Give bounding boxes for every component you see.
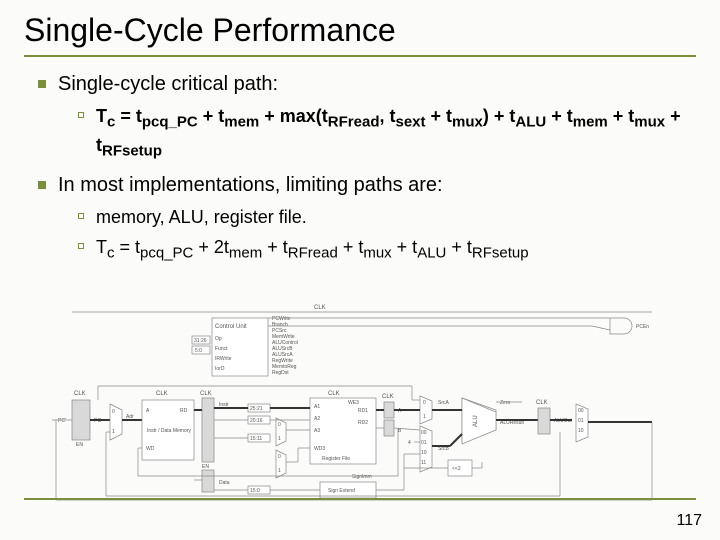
svg-text:<<2: <<2 — [452, 466, 461, 472]
svg-text:Zero: Zero — [500, 400, 511, 406]
svg-text:20:16: 20:16 — [250, 418, 263, 424]
svg-text:4: 4 — [408, 440, 411, 446]
svg-text:1: 1 — [112, 429, 115, 435]
svg-text:00: 00 — [421, 430, 427, 436]
bullet-2: In most implementations, limiting paths … — [38, 172, 696, 264]
svg-text:01: 01 — [421, 440, 427, 446]
svg-text:11: 11 — [421, 460, 426, 466]
svg-text:EN: EN — [202, 464, 209, 470]
bullet-1a-text: Tc = tpcq_PC + tmem + max(tRFread, tsext… — [96, 106, 681, 155]
svg-text:WE3: WE3 — [348, 400, 359, 406]
svg-text:CLK: CLK — [156, 391, 168, 397]
svg-text:0: 0 — [278, 454, 281, 460]
svg-text:IRWrite: IRWrite — [215, 356, 232, 362]
bullet-2-text: In most implementations, limiting paths … — [58, 174, 443, 196]
svg-text:ALU: ALU — [473, 415, 479, 427]
svg-text:0: 0 — [278, 422, 281, 428]
bullet-1-text: Single-cycle critical path: — [58, 73, 278, 95]
svg-text:Instr / Data Memory: Instr / Data Memory — [147, 428, 191, 434]
svg-text:CLK: CLK — [536, 400, 548, 406]
svg-text:1: 1 — [278, 436, 281, 442]
svg-text:15:11: 15:11 — [250, 436, 262, 442]
svg-text:RD: RD — [180, 408, 188, 414]
svg-text:RD2: RD2 — [358, 420, 368, 426]
svg-text:A3: A3 — [314, 428, 320, 434]
footer-rule — [24, 498, 696, 500]
page-number: 117 — [676, 512, 702, 530]
title-rule — [24, 55, 696, 57]
datapath-diagram: CLK Control Unit Op Funct PCWrite Branch… — [52, 300, 668, 508]
svg-text:Control Unit: Control Unit — [215, 324, 247, 330]
svg-text:CLK: CLK — [200, 391, 212, 397]
svg-text:SrcA: SrcA — [438, 400, 450, 406]
svg-text:EN: EN — [76, 442, 83, 448]
svg-text:SignImm: SignImm — [352, 474, 372, 480]
svg-text:CLK: CLK — [74, 391, 86, 397]
svg-text:0: 0 — [112, 409, 115, 415]
svg-text:25:21: 25:21 — [250, 406, 263, 412]
svg-text:10: 10 — [421, 450, 427, 456]
bullet-2b: Tc = tpcq_PC + 2tmem + tRFread + tmux + … — [78, 235, 696, 264]
svg-text:10: 10 — [578, 428, 584, 434]
svg-text:0: 0 — [423, 400, 426, 406]
bullet-2a-text: memory, ALU, register file. — [96, 207, 307, 227]
svg-text:1: 1 — [278, 468, 281, 474]
svg-text:01: 01 — [578, 418, 584, 424]
bullet-list: Single-cycle critical path: Tc = tpcq_PC… — [24, 71, 696, 264]
svg-text:1: 1 — [423, 414, 426, 420]
svg-text:Data: Data — [219, 480, 230, 486]
svg-text:15:0: 15:0 — [250, 488, 260, 494]
svg-text:PCEn: PCEn — [636, 324, 649, 330]
svg-text:00: 00 — [578, 408, 584, 414]
svg-text:WD3: WD3 — [314, 446, 325, 452]
svg-text:CLK: CLK — [328, 391, 340, 397]
bullet-2b-text: Tc = tpcq_PC + 2tmem + tRFread + tmux + … — [96, 237, 529, 257]
svg-text:Register File: Register File — [322, 456, 350, 462]
svg-text:Sign Extend: Sign Extend — [328, 488, 355, 494]
svg-text:PC': PC' — [58, 418, 66, 424]
svg-text:WD: WD — [146, 446, 155, 452]
svg-text:31:26: 31:26 — [194, 338, 207, 344]
bullet-1: Single-cycle critical path: Tc = tpcq_PC… — [38, 71, 696, 162]
bullet-2a: memory, ALU, register file. — [78, 205, 696, 229]
svg-text:RegDst: RegDst — [272, 370, 289, 376]
svg-text:A1: A1 — [314, 404, 320, 410]
svg-text:A2: A2 — [314, 416, 320, 422]
svg-text:Funct: Funct — [215, 346, 228, 352]
svg-text:CLK: CLK — [382, 394, 394, 400]
bullet-1a: Tc = tpcq_PC + tmem + max(tRFread, tsext… — [78, 104, 696, 162]
svg-text:CLK: CLK — [314, 305, 326, 311]
slide-title: Single-Cycle Performance — [24, 12, 696, 49]
svg-text:5:0: 5:0 — [195, 348, 202, 354]
svg-text:Op: Op — [215, 336, 222, 342]
svg-text:IorD: IorD — [215, 366, 225, 372]
svg-text:RD1: RD1 — [358, 408, 368, 414]
